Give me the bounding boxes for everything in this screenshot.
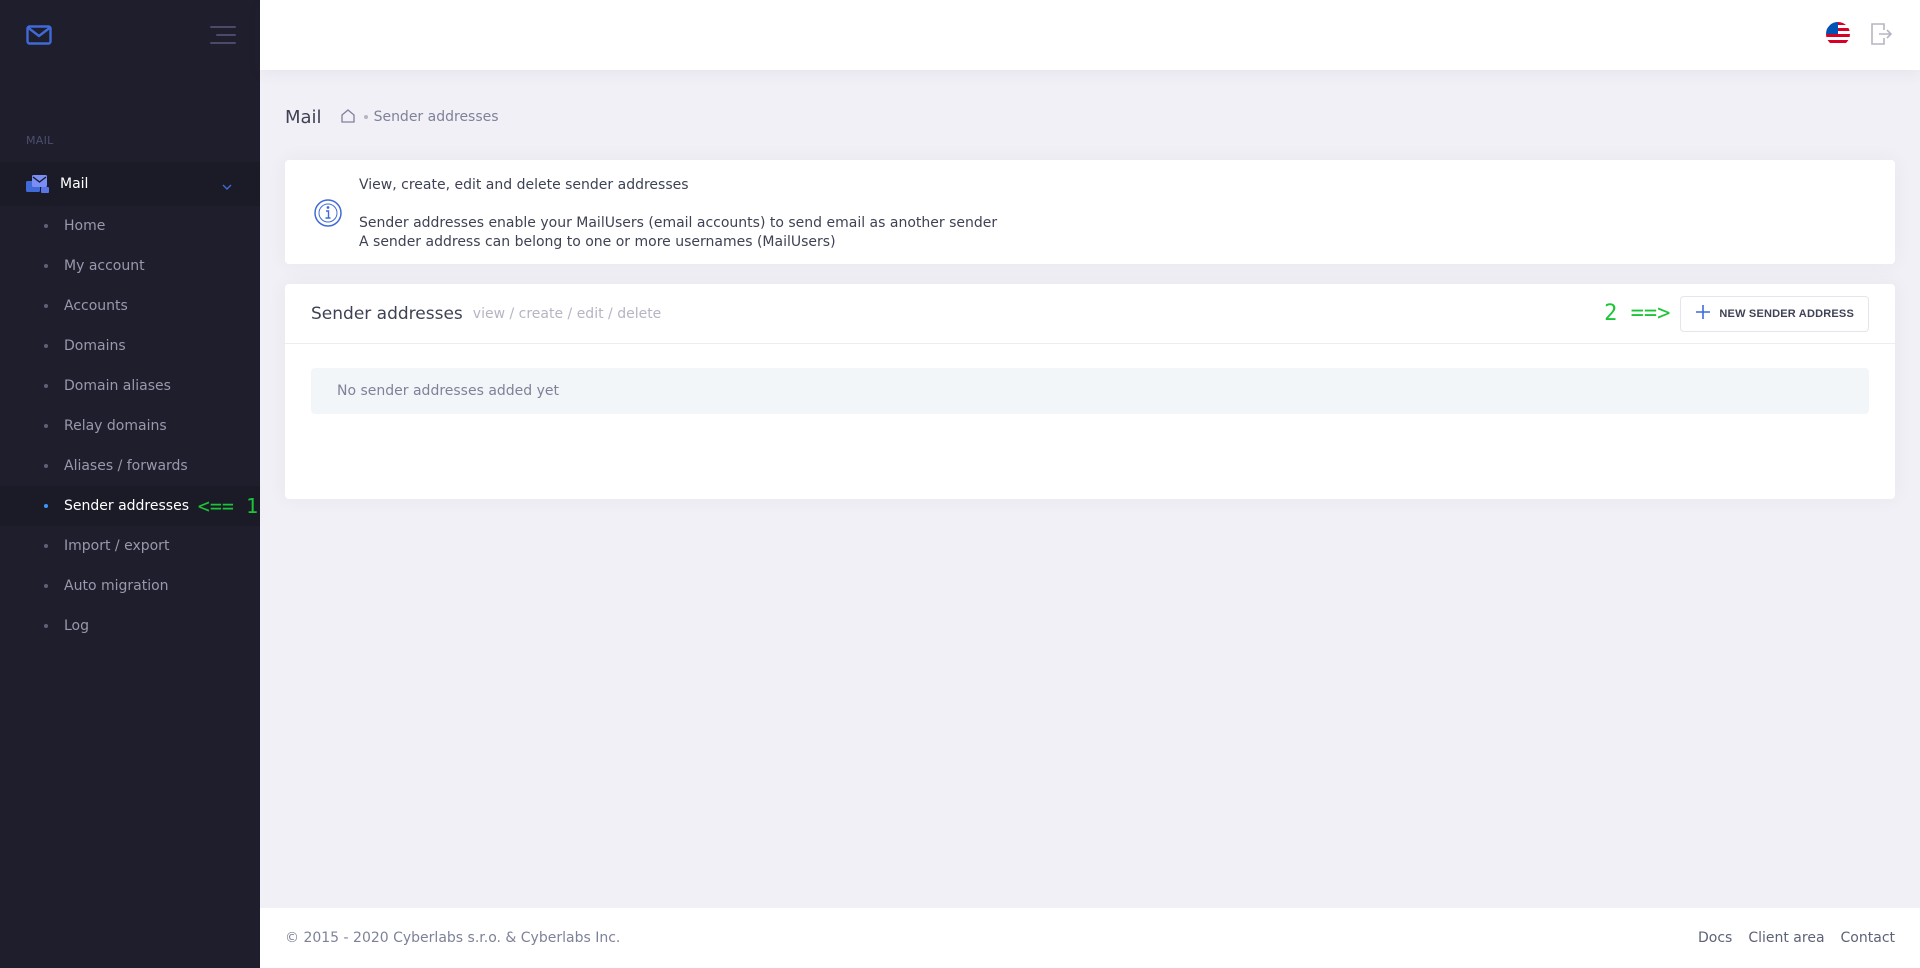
bullet-icon — [44, 384, 48, 388]
sidebar-item-my-account[interactable]: My account — [0, 246, 260, 286]
breadcrumb[interactable]: Sender addresses — [374, 109, 499, 125]
plus-icon — [1695, 304, 1711, 323]
sidebar: MAIL Mail Home My account Accounts Domai… — [0, 0, 260, 968]
sidebar-item-log[interactable]: Log — [0, 606, 260, 646]
card-title: Sender addresses — [311, 303, 463, 324]
annotation-1: <== 1 — [197, 494, 258, 518]
footer-links: Docs Client area Contact — [1698, 930, 1895, 946]
bullet-icon — [44, 264, 48, 268]
bullet-icon — [44, 424, 48, 428]
sidebar-item-mail[interactable]: Mail — [0, 162, 260, 206]
footer-link-contact[interactable]: Contact — [1841, 930, 1895, 946]
sidebar-item-label: Import / export — [64, 538, 170, 554]
sidebar-item-label: Sender addresses — [64, 498, 189, 514]
empty-state: No sender addresses added yet — [311, 368, 1869, 414]
logout-icon[interactable] — [1870, 22, 1893, 50]
submenu: Home My account Accounts Domains Domain … — [0, 206, 260, 646]
sidebar-item-relay-domains[interactable]: Relay domains — [0, 406, 260, 446]
menu-toggle-icon[interactable] — [210, 26, 236, 44]
card-subtitle: view / create / edit / delete — [472, 305, 662, 322]
sidebar-item-label: Domain aliases — [64, 378, 171, 394]
info-card: View, create, edit and delete sender add… — [285, 160, 1895, 264]
footer-link-client-area[interactable]: Client area — [1748, 930, 1824, 946]
info-text: View, create, edit and delete sender add… — [359, 176, 997, 252]
bullet-icon — [44, 584, 48, 588]
sidebar-item-accounts[interactable]: Accounts — [0, 286, 260, 326]
sidebar-item-label: Relay domains — [64, 418, 167, 434]
envelope-icon[interactable] — [26, 25, 52, 45]
sidebar-item-import-export[interactable]: Import / export — [0, 526, 260, 566]
footer: © 2015 - 2020 Cyberlabs s.r.o. & Cyberla… — [260, 908, 1920, 968]
bullet-icon — [44, 544, 48, 548]
sidebar-item-domains[interactable]: Domains — [0, 326, 260, 366]
info-line: A sender address can belong to one or mo… — [359, 234, 836, 250]
info-icon — [311, 198, 345, 232]
sidebar-item-label: Mail — [60, 176, 89, 192]
sidebar-item-label: Accounts — [64, 298, 128, 314]
sidebar-item-aliases-forwards[interactable]: Aliases / forwards — [0, 446, 260, 486]
top-header — [260, 0, 1920, 70]
breadcrumb-separator — [363, 115, 368, 119]
bullet-icon — [44, 304, 48, 308]
sidebar-item-label: Auto migration — [64, 578, 169, 594]
bullet-icon — [44, 344, 48, 348]
sender-addresses-card: Sender addresses view / create / edit / … — [285, 284, 1895, 499]
bullet-icon — [44, 504, 48, 508]
subheader: Mail Sender addresses — [285, 104, 499, 130]
sidebar-item-label: Log — [64, 618, 90, 634]
mail-stack-icon — [26, 174, 50, 194]
copyright: © 2015 - 2020 Cyberlabs s.r.o. & Cyberla… — [285, 930, 621, 946]
footer-link-docs[interactable]: Docs — [1698, 930, 1732, 946]
annotation-2: 2 ==> — [1604, 301, 1671, 326]
bullet-icon — [44, 224, 48, 228]
chevron-down-icon — [222, 175, 232, 194]
sidebar-item-auto-migration[interactable]: Auto migration — [0, 566, 260, 606]
card-header: Sender addresses view / create / edit / … — [285, 284, 1895, 344]
sidebar-item-label: My account — [64, 258, 145, 274]
sidebar-item-home[interactable]: Home — [0, 206, 260, 246]
bullet-icon — [44, 624, 48, 628]
info-line: View, create, edit and delete sender add… — [359, 177, 689, 193]
sidebar-item-domain-aliases[interactable]: Domain aliases — [0, 366, 260, 406]
sidebar-item-label: Home — [64, 218, 106, 234]
brand — [0, 0, 260, 70]
page-title: Mail — [285, 106, 322, 128]
sidebar-item-label: Domains — [64, 338, 126, 354]
bullet-icon — [44, 464, 48, 468]
section-label: MAIL — [26, 134, 54, 147]
button-label: NEW SENDER ADDRESS — [1719, 307, 1854, 320]
sidebar-item-sender-addresses[interactable]: Sender addresses <== 1 — [0, 486, 260, 526]
new-sender-address-button[interactable]: NEW SENDER ADDRESS — [1680, 295, 1869, 332]
us-flag-icon[interactable] — [1826, 22, 1850, 46]
home-icon[interactable] — [340, 108, 356, 127]
sidebar-item-label: Aliases / forwards — [64, 458, 188, 474]
info-line: Sender addresses enable your MailUsers (… — [359, 215, 998, 231]
